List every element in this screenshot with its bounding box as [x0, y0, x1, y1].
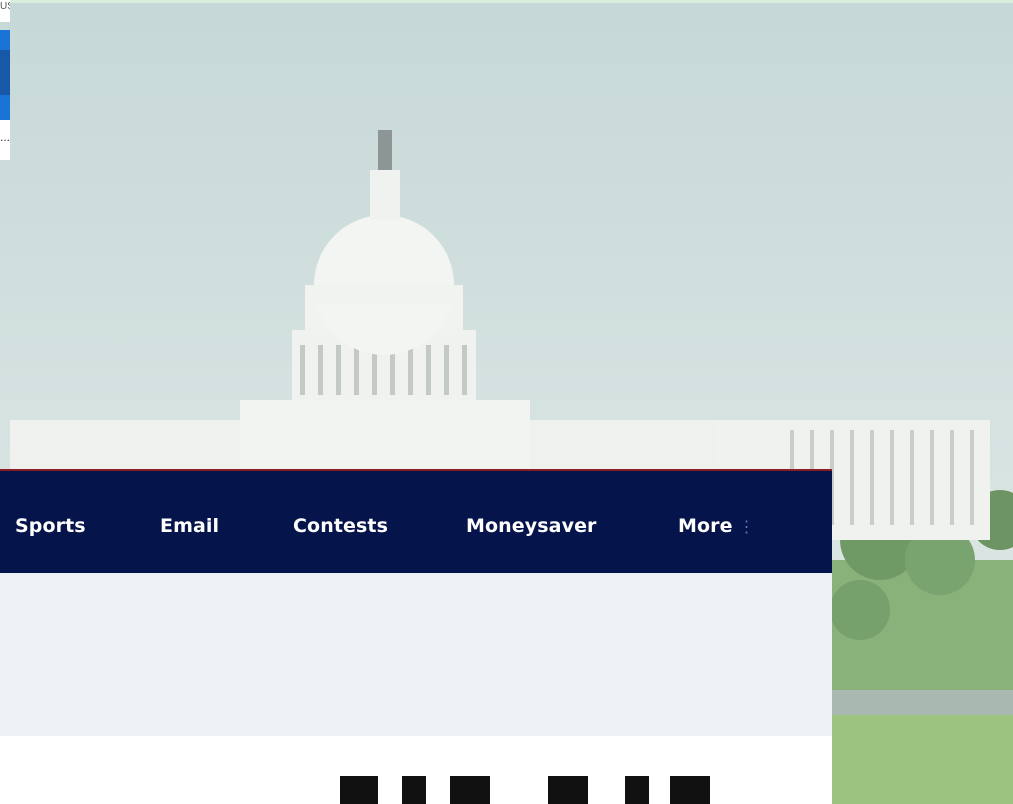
- ad-placeholder-band: [0, 573, 832, 736]
- nav-item-email[interactable]: Email: [160, 515, 219, 537]
- headline-glyph: [450, 776, 490, 804]
- headline-glyph: [625, 776, 649, 804]
- site-overlay-panel: Sports Email Contests Moneysaver More ⋮: [0, 469, 832, 804]
- headline-glyph: [670, 776, 710, 804]
- main-navbar: Sports Email Contests Moneysaver More ⋮: [0, 469, 832, 573]
- more-dots-icon: ⋮: [738, 517, 755, 536]
- headline-glyph: [402, 776, 426, 804]
- nav-more-label: More: [678, 515, 733, 537]
- headline-glyph: [340, 776, 378, 804]
- headline-area: [0, 736, 832, 804]
- nav-item-sports[interactable]: Sports: [15, 515, 86, 537]
- nav-item-contests[interactable]: Contests: [293, 515, 388, 537]
- left-edge-text: US: [0, 0, 10, 22]
- left-edge-blue-bar-dark: [0, 50, 10, 95]
- headline-glyph: [548, 776, 588, 804]
- nav-item-more[interactable]: More ⋮: [678, 515, 755, 537]
- nav-item-moneysaver[interactable]: Moneysaver: [466, 515, 597, 537]
- left-edge-ellipsis: ...: [0, 120, 10, 160]
